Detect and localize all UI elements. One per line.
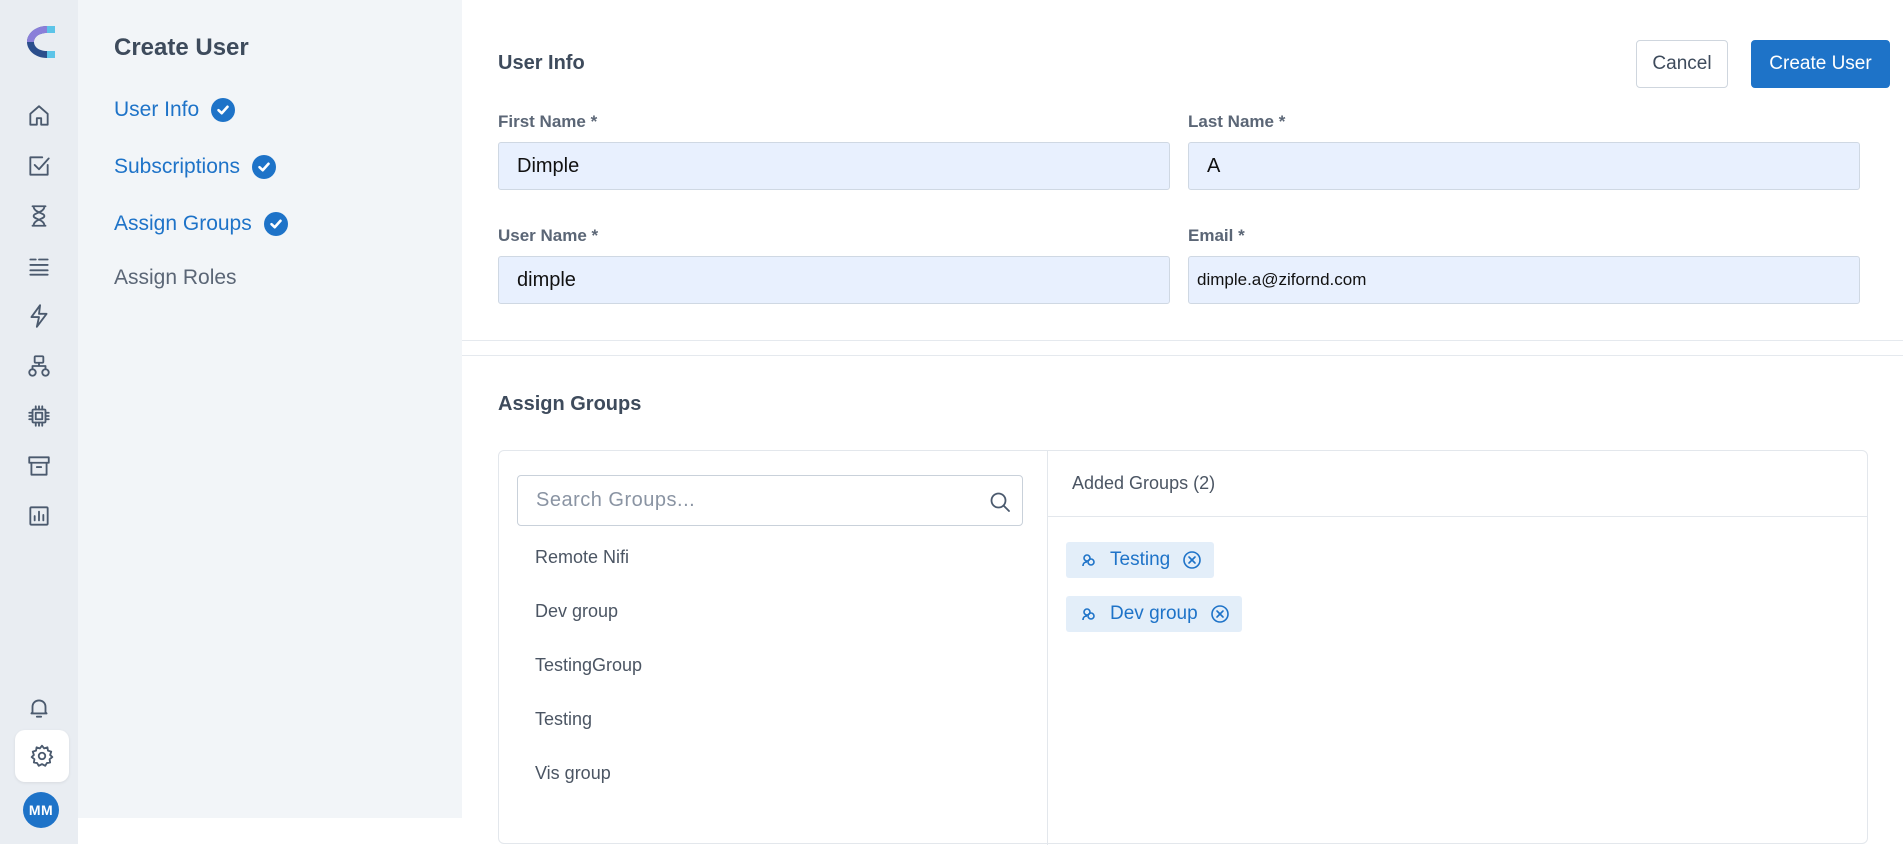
- step-user-info[interactable]: User Info: [114, 98, 236, 122]
- last-name-field[interactable]: [1188, 142, 1860, 190]
- group-chip: Testing: [1066, 542, 1215, 578]
- group-icon: [1080, 605, 1098, 623]
- added-groups-count: Added Groups (2): [1072, 473, 1216, 493]
- assign-groups-title: Assign Groups: [498, 393, 642, 415]
- user-info-title: User Info: [498, 52, 585, 74]
- first-name-label: First Name *: [498, 112, 598, 131]
- steps-panel: Create User User Info Subscriptions Assi…: [78, 0, 462, 818]
- chip-icon[interactable]: [0, 396, 78, 436]
- remove-circle-icon[interactable]: [1210, 604, 1230, 624]
- step-label: Assign Roles: [114, 266, 237, 289]
- chart-icon[interactable]: [0, 496, 78, 536]
- group-icon: [1080, 551, 1098, 569]
- archive-icon[interactable]: [0, 446, 78, 486]
- cancel-button[interactable]: Cancel: [1636, 40, 1728, 88]
- group-chip: Dev group: [1066, 596, 1242, 632]
- step-subscriptions[interactable]: Subscriptions: [114, 155, 277, 179]
- last-name-label: Last Name *: [1188, 112, 1286, 131]
- list-item[interactable]: Dev group: [535, 601, 618, 622]
- step-assign-roles[interactable]: Assign Roles: [114, 266, 237, 290]
- lightning-icon[interactable]: [0, 296, 78, 336]
- create-user-button[interactable]: Create User: [1751, 40, 1890, 88]
- gear-icon[interactable]: [15, 730, 69, 782]
- home-icon[interactable]: [0, 96, 78, 136]
- app-logo[interactable]: [25, 24, 57, 60]
- user-name-label: User Name *: [498, 226, 599, 245]
- search-icon[interactable]: [988, 490, 1012, 514]
- list-item[interactable]: Remote Nifi: [535, 547, 629, 568]
- chip-label: Testing: [1110, 549, 1171, 570]
- main-content: User Info Cancel Create User First Name …: [462, 0, 1903, 845]
- step-label: Subscriptions: [114, 155, 241, 178]
- chip-label: Dev group: [1110, 603, 1198, 624]
- step-label: Assign Groups: [114, 212, 252, 235]
- list-item[interactable]: Vis group: [535, 763, 611, 784]
- step-label: User Info: [114, 98, 200, 121]
- search-input[interactable]: [518, 476, 978, 525]
- first-name-field[interactable]: [498, 142, 1170, 190]
- user-name-field[interactable]: [498, 256, 1170, 304]
- list-icon[interactable]: [0, 246, 78, 286]
- check-circle-icon: [211, 98, 236, 122]
- list-item[interactable]: Testing: [535, 709, 592, 730]
- bell-icon[interactable]: [0, 688, 78, 728]
- email-label: Email *: [1188, 226, 1245, 245]
- group-search: [517, 475, 1023, 526]
- hourglass-icon[interactable]: [0, 196, 78, 236]
- task-check-icon[interactable]: [0, 146, 78, 186]
- added-groups-header: Added Groups (2): [1048, 451, 1867, 517]
- email-field[interactable]: [1188, 256, 1860, 304]
- avatar[interactable]: MM: [23, 792, 59, 828]
- check-circle-icon: [252, 155, 277, 179]
- step-assign-groups[interactable]: Assign Groups: [114, 212, 288, 236]
- list-item[interactable]: TestingGroup: [535, 655, 642, 676]
- section-divider: [462, 340, 1903, 356]
- remove-circle-icon[interactable]: [1182, 550, 1202, 570]
- groups-panel: Remote Nifi Dev group TestingGroup Testi…: [498, 450, 1868, 845]
- page-title: Create User: [114, 34, 249, 61]
- hierarchy-icon[interactable]: [0, 346, 78, 386]
- check-circle-icon: [263, 212, 288, 236]
- icon-rail: MM: [0, 0, 78, 844]
